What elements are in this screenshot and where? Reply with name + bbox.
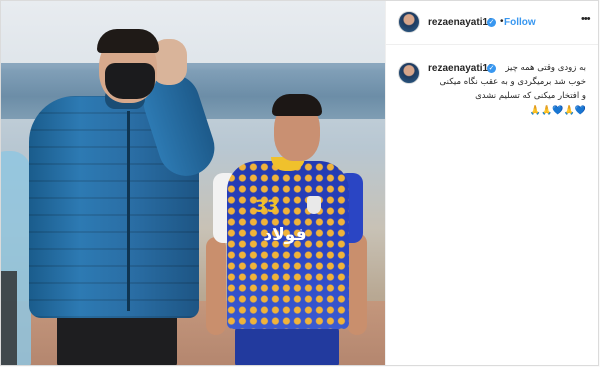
praying-hands-icon: 🙏 — [563, 106, 575, 116]
player-right-arm — [347, 233, 367, 335]
post-caption: به زودی وقتی همه چیز خوب شد برمیگردی و ب… — [408, 61, 586, 118]
background-player-leg — [1, 271, 17, 365]
verified-badge-icon: ✓ — [487, 18, 496, 27]
caption-line: خوب شد برمیگردی و به عقب نگاه میکنی — [439, 77, 586, 87]
jersey-sponsor: فولاد — [263, 225, 307, 245]
coach-face-mask — [105, 63, 155, 99]
separator-dot: • — [500, 16, 504, 27]
praying-hands-icon: 🙏 — [529, 106, 542, 116]
caption-line: به زودی وقتی همه چیز — [505, 63, 586, 73]
header-username[interactable]: rezaenayati10 — [428, 17, 494, 28]
post-header: rezaenayati10 ✓ • Follow ••• — [386, 1, 598, 45]
player-left-arm — [206, 237, 226, 335]
instagram-post: 33 فولاد rezaenayati10 ✓ • Follow ••• re… — [0, 0, 599, 366]
coach-hair — [97, 29, 159, 53]
post-side-panel: rezaenayati10 ✓ • Follow ••• rezaenayati… — [385, 1, 598, 365]
jersey-number: 33 — [255, 197, 279, 217]
jacket-zipper — [127, 111, 130, 311]
praying-hands-icon: 🙏 — [541, 106, 553, 116]
more-options-icon[interactable]: ••• — [581, 13, 591, 25]
follow-button[interactable]: Follow — [504, 17, 536, 28]
profile-avatar[interactable] — [398, 11, 420, 33]
blue-heart-icon: 💙 — [552, 106, 564, 116]
player-shorts — [235, 327, 339, 365]
caption-line: و افتخار میکنی که تسلیم نشدی — [475, 91, 586, 101]
blue-heart-icon: 💙 — [574, 106, 586, 116]
caption-emojis: 🙏🙏💙🙏💙 — [408, 104, 586, 118]
player-jersey — [227, 161, 349, 329]
club-crest-icon — [307, 196, 321, 214]
player-hair — [272, 94, 322, 116]
post-photo[interactable]: 33 فولاد — [1, 1, 385, 365]
